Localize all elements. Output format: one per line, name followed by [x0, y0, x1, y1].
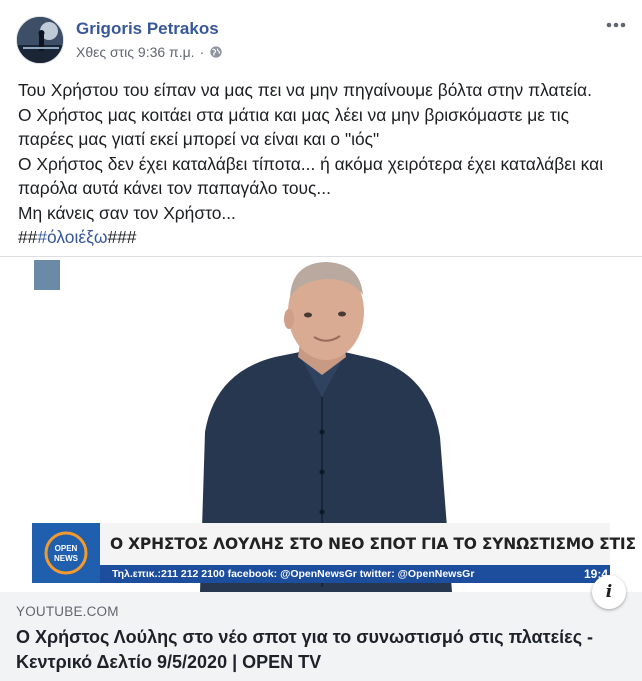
more-horizontal-icon[interactable]	[604, 18, 628, 32]
tv-headline: Ο ΧΡΗΣΤΟΣ ΛΟΥΛΗΣ ΣΤΟ ΝΕΟ ΣΠΟΤ ΓΙΑ ΤΟ ΣΥΝ…	[100, 523, 642, 565]
post-text-line: παρόλα αυτά κάνει τον παπαγάλο τους...	[18, 178, 331, 198]
globe-icon[interactable]	[209, 45, 223, 59]
facebook-post: Grigoris Petrakos Χθες στις 9:36 π.μ. · …	[0, 0, 642, 681]
video-thumbnail[interactable]: OPEN NEWS Ο ΧΡΗΣΤΟΣ ΛΟΥΛΗΣ ΣΤΟ ΝΕΟ ΣΠΟΤ …	[0, 257, 642, 592]
hashtag-link[interactable]: #όλοιέξω	[37, 227, 107, 247]
info-icon[interactable]: i	[592, 575, 626, 609]
post-text-line: Ο Χρήστος δεν έχει καταλάβει τίποτα... ή…	[18, 153, 604, 174]
tv-ticker: Τηλ.επικ.:211 212 2100 facebook: @OpenNe…	[100, 565, 610, 583]
svg-text:NEWS: NEWS	[54, 554, 79, 563]
author-avatar[interactable]	[16, 16, 64, 64]
avatar-photo	[17, 17, 63, 63]
svg-text:OPEN: OPEN	[55, 544, 78, 553]
link-preview[interactable]: OPEN NEWS Ο ΧΡΗΣΤΟΣ ΛΟΥΛΗΣ ΣΤΟ ΝΕΟ ΣΠΟΤ …	[0, 256, 642, 681]
post-text-line: Μη κάνεις σαν τον Χρήστο...	[18, 202, 236, 223]
hashtag-suffix: ###	[107, 227, 137, 247]
post-meta: Χθες στις 9:36 π.μ. ·	[76, 44, 223, 60]
tv-lower-third: OPEN NEWS Ο ΧΡΗΣΤΟΣ ΛΟΥΛΗΣ ΣΤΟ ΝΕΟ ΣΠΟΤ …	[32, 523, 642, 583]
link-title[interactable]: Ο Χρήστος Λούλης στο νέο σποτ για το συν…	[16, 625, 616, 675]
post-text-line: Του Χρήστου του είπαν να μας πει να μην …	[18, 80, 592, 100]
link-domain: YOUTUBE.COM	[16, 604, 119, 619]
post-text-line: Ο Χρήστος μας κοιτάει στα μάτια και μας …	[18, 104, 569, 125]
channel-corner-logo	[34, 260, 60, 290]
meta-separator: ·	[199, 44, 205, 60]
open-news-logo-mark: OPEN NEWS	[32, 523, 100, 583]
hashtag-prefix: ##	[18, 227, 38, 247]
post-timestamp[interactable]: Χθες στις 9:36 π.μ.	[76, 44, 195, 60]
tv-ticker-text: Τηλ.επικ.:211 212 2100 facebook: @OpenNe…	[112, 568, 475, 580]
open-news-logo: OPEN NEWS	[32, 523, 100, 583]
post-text: Του Χρήστου του είπαν να μας πει να μην …	[18, 78, 628, 250]
author-name[interactable]: Grigoris Petrakos	[76, 19, 219, 39]
link-caption[interactable]: YOUTUBE.COM Ο Χρήστος Λούλης στο νέο σπο…	[0, 592, 642, 681]
hashtag-line: ###όλοιέξω###	[18, 225, 628, 250]
post-text-line: παρέες μας γιατί εκεί μπορεί να είναι κα…	[18, 129, 380, 149]
